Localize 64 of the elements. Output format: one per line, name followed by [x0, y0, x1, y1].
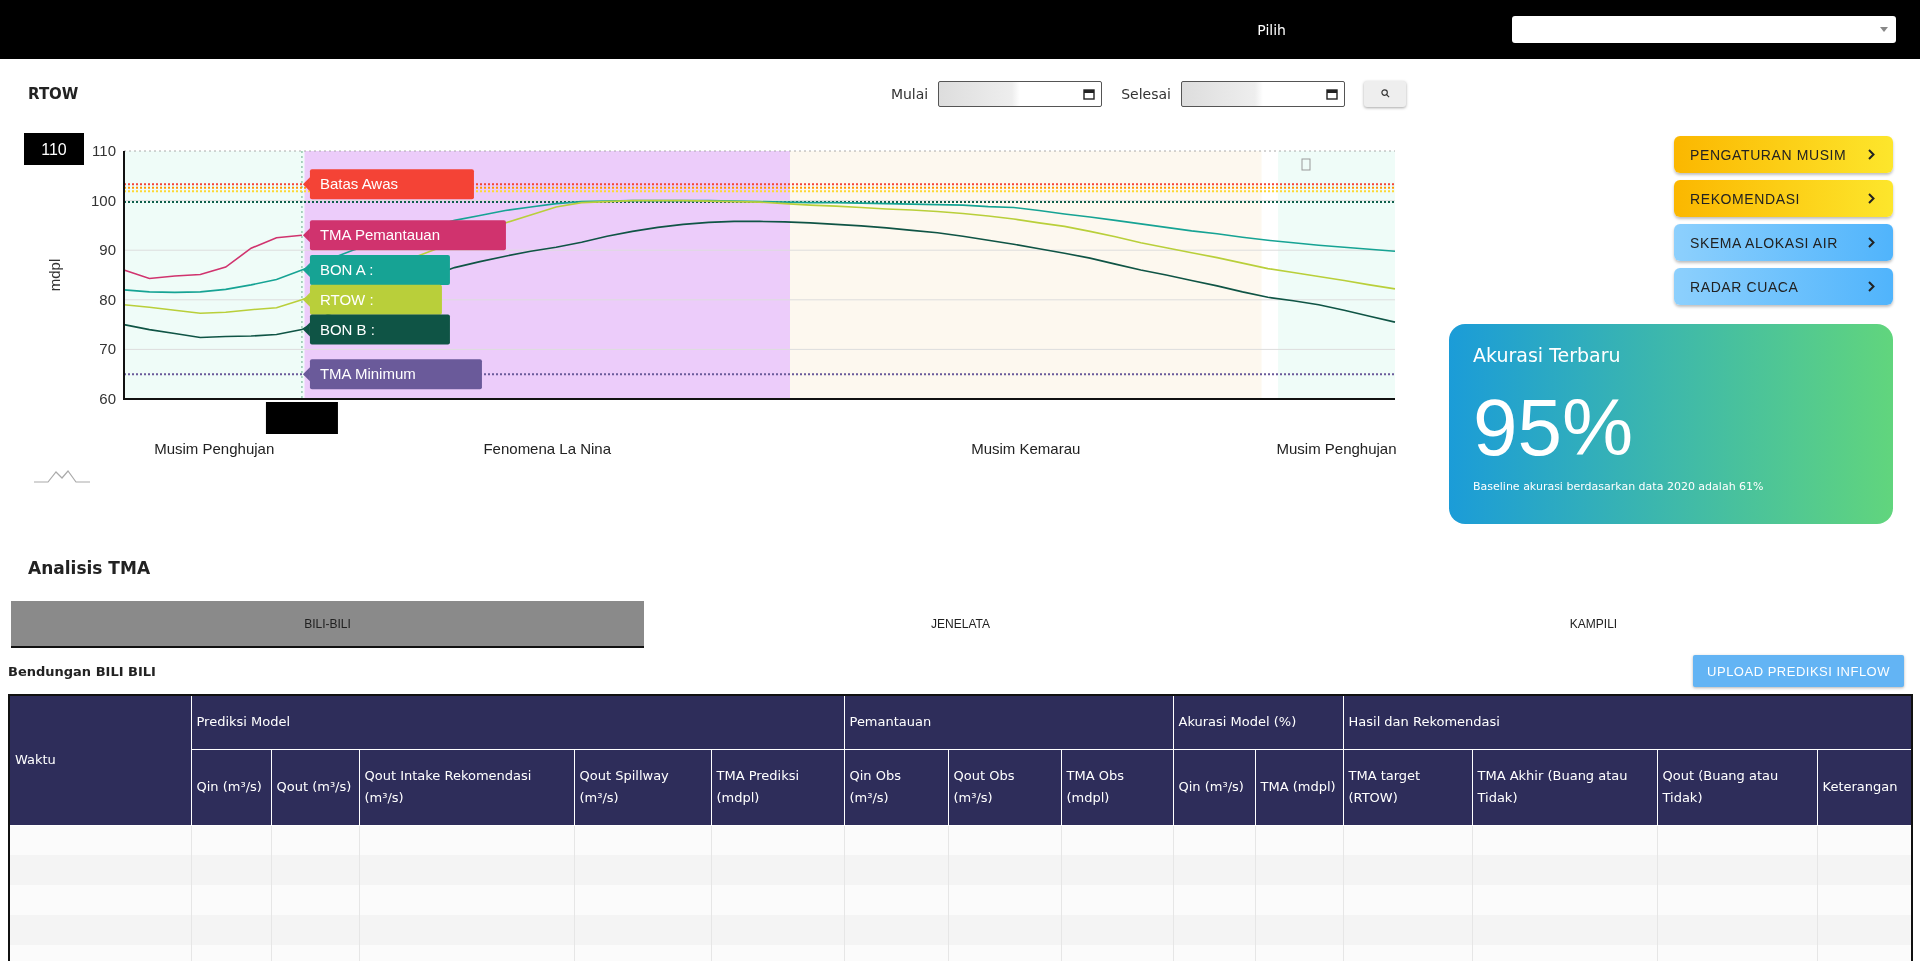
end-date-field[interactable] — [1181, 80, 1345, 107]
chevron-right-icon — [1868, 237, 1875, 248]
y-tick-label: 70 — [99, 340, 116, 358]
start-date-field[interactable] — [938, 80, 1103, 107]
ref-line-label: Batas Awas — [319, 175, 399, 193]
card-title: Akurasi Terbaru — [1473, 344, 1621, 366]
y-tick-label: 60 — [99, 390, 116, 407]
series-label: TMA Pemantauan — [319, 226, 441, 244]
end-label: Selesai — [1121, 85, 1171, 102]
series-label: RTOW : — [319, 290, 374, 308]
chevron-right-icon — [1868, 149, 1875, 160]
column-header: TMA (mdpl) — [1255, 749, 1343, 825]
column-header: Qin (m³/s) — [1173, 749, 1255, 825]
menu-button[interactable]: PENGATURAN MUSIM — [1674, 136, 1893, 173]
chevron-right-icon — [1868, 281, 1875, 292]
y-tick-label: 80 — [99, 290, 116, 308]
ref-line-label: TMA Minimum — [319, 365, 416, 383]
search-icon — [1380, 89, 1390, 98]
column-header: Qout (Buang atau Tidak) — [1657, 749, 1817, 825]
accuracy-note: Baseline akurasi berdasarkan data 2020 adalah 61% — [1473, 480, 1764, 493]
chevron-right-icon — [1868, 193, 1875, 204]
column-group-header: Akurasi Model (%) — [1173, 695, 1343, 749]
section-title: RTOW — [28, 84, 79, 103]
series-label: BON B : — [319, 320, 375, 338]
section-title: Analisis TMA — [28, 557, 151, 580]
column-header: Qout Spillway (m³/s) — [574, 749, 711, 825]
series-label: BON A : — [319, 261, 374, 279]
menu-button[interactable]: REKOMENDASI — [1674, 180, 1893, 217]
dam-title: Bendungan BILI BILI — [8, 663, 156, 679]
calendar-icon — [1083, 87, 1096, 100]
season-label: Musim Kemarau — [971, 440, 1081, 457]
column-group-header: Hasil dan Rekomendasi — [1343, 695, 1912, 749]
column-header: Keterangan — [1817, 749, 1912, 825]
season-label: Musim Penghujan — [1276, 440, 1397, 457]
y-tick-label: 110 — [92, 142, 116, 159]
column-header: TMA target (RTOW) — [1343, 749, 1472, 825]
season-label: Fenomena La Nina — [483, 440, 612, 457]
menu-button[interactable]: RADAR CUACA — [1674, 268, 1893, 305]
column-header: TMA Akhir (Buang atau Tidak) — [1472, 749, 1657, 825]
calendar-icon — [1326, 87, 1338, 100]
dam-tab[interactable]: BILI-BILI — [11, 601, 644, 648]
column-header: Qin (m³/s) — [191, 749, 271, 825]
column-header: TMA Obs (mdpl) — [1061, 749, 1173, 825]
y-value-tag: 110 — [24, 133, 84, 165]
y-tick-label: 90 — [99, 241, 116, 259]
start-label: Mulai — [890, 85, 929, 102]
menu-button[interactable]: SKEMA ALOKASI AIR — [1674, 224, 1893, 261]
y-tick-label: 100 — [90, 191, 116, 209]
column-header: Qout Intake Rekomendasi (m³/s) — [359, 749, 574, 825]
square-icon — [1301, 158, 1311, 171]
select-label: Pilih — [1257, 21, 1286, 38]
column-group-header: Prediksi Model — [191, 695, 844, 749]
caret-icon — [1880, 27, 1888, 32]
y-axis-title: mdpl — [46, 258, 63, 292]
accuracy-value: 95% — [1473, 388, 1634, 468]
column-header: TMA Prediksi (mdpl) — [711, 749, 844, 825]
column-header: Qin Obs (m³/s) — [844, 749, 948, 825]
column-header: Qout Obs (m³/s) — [948, 749, 1061, 825]
season-label: Musim Penghujan — [154, 440, 275, 457]
range-navigator-icon[interactable] — [34, 468, 90, 483]
column-header: Qout (m³/s) — [271, 749, 359, 825]
column-header: Waktu — [9, 695, 191, 825]
search-button[interactable] — [1364, 80, 1406, 107]
column-group-header: Pemantauan — [844, 695, 1173, 749]
